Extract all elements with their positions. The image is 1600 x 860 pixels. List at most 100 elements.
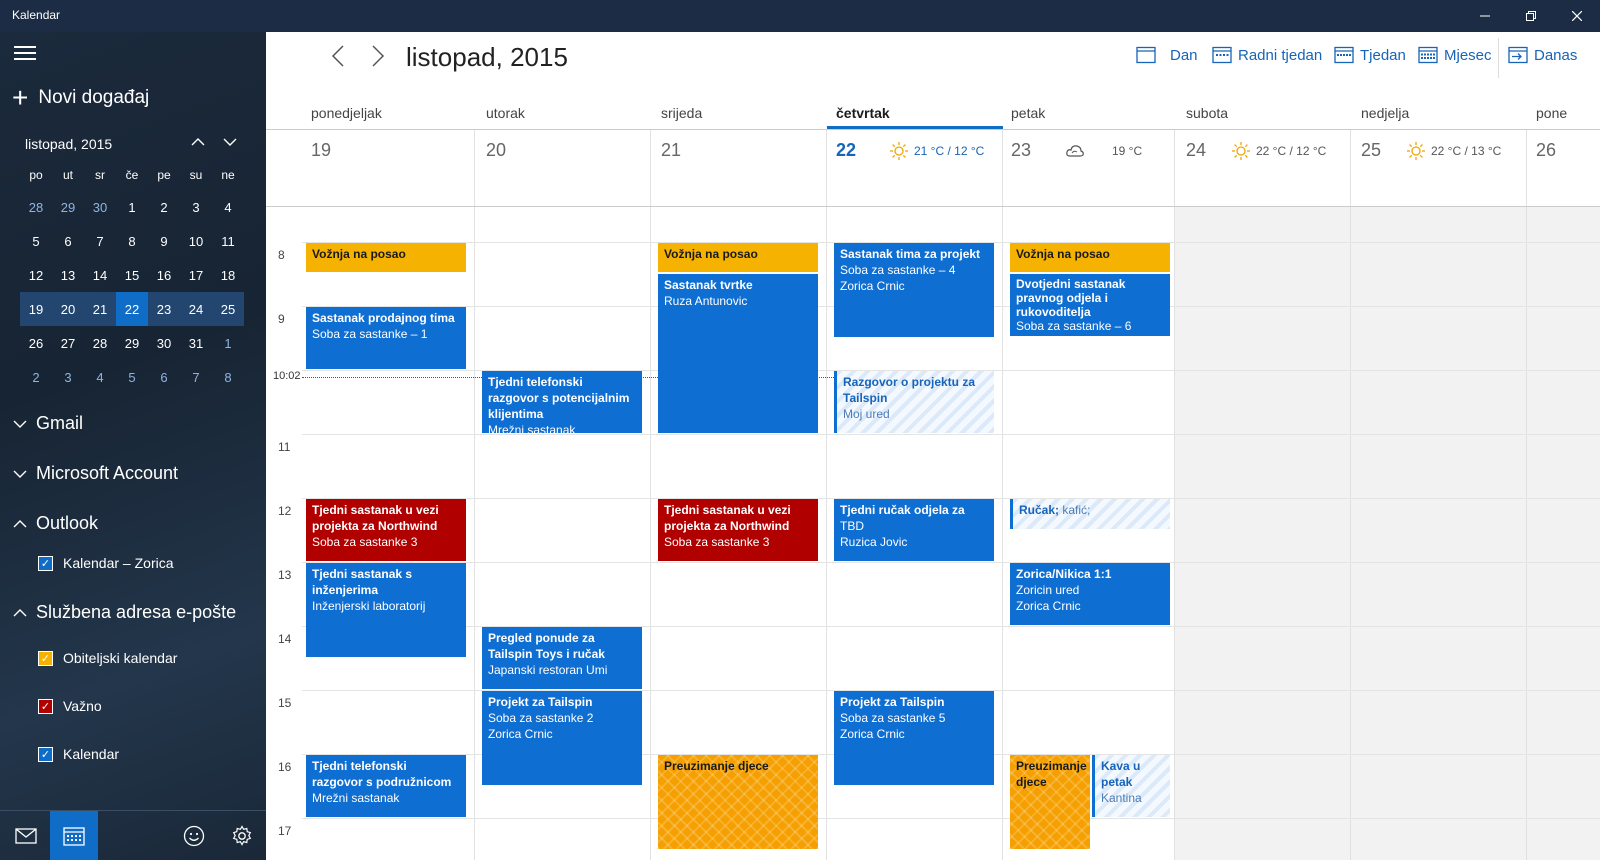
- event[interactable]: Pregled ponude za Tailspin Toys i ručak …: [482, 627, 642, 689]
- event[interactable]: Vožnja na posao: [658, 243, 818, 272]
- day-number[interactable]: 21: [661, 140, 681, 161]
- day-number[interactable]: 23: [1011, 140, 1031, 161]
- account-gmail[interactable]: Gmail: [12, 413, 83, 434]
- mini-day[interactable]: 19: [20, 292, 52, 326]
- mini-day[interactable]: 23: [148, 292, 180, 326]
- event[interactable]: Tjedni ručak odjela za TBD Ruzica Jovic: [834, 499, 994, 561]
- calendar-toggle-zorica[interactable]: ✓ Kalendar – Zorica: [38, 555, 174, 571]
- account-microsoft[interactable]: Microsoft Account: [12, 463, 178, 484]
- checkbox-checked-icon[interactable]: ✓: [38, 555, 53, 571]
- mini-next-month-button[interactable]: [218, 130, 242, 154]
- mini-day[interactable]: 14: [84, 258, 116, 292]
- calendar-toggle-calendar[interactable]: ✓ Kalendar: [38, 746, 119, 762]
- mini-day[interactable]: 20: [52, 292, 84, 326]
- event-tentative[interactable]: Ručak; kafić;: [1010, 499, 1170, 529]
- event[interactable]: Projekt za Tailspin Soba za sastanke 5 Z…: [834, 691, 994, 785]
- mini-day[interactable]: 12: [20, 258, 52, 292]
- mini-day[interactable]: 4: [84, 360, 116, 394]
- mini-day[interactable]: 26: [20, 326, 52, 360]
- view-week-button[interactable]: Tjedan: [1334, 46, 1406, 64]
- mini-day[interactable]: 29: [116, 326, 148, 360]
- mini-day[interactable]: 17: [180, 258, 212, 292]
- mini-day[interactable]: 31: [180, 326, 212, 360]
- event-tentative[interactable]: Razgovor o projektu za Tailspin Moj ured: [834, 371, 994, 433]
- mini-day[interactable]: 15: [116, 258, 148, 292]
- next-week-button[interactable]: [366, 44, 390, 75]
- event[interactable]: Vožnja na posao: [306, 243, 466, 272]
- event[interactable]: Sastanak prodajnog tima Soba za sastanke…: [306, 307, 466, 369]
- mini-day[interactable]: 3: [52, 360, 84, 394]
- event[interactable]: Tjedni telefonski razgovor s podružnicom…: [306, 755, 466, 817]
- close-button[interactable]: [1554, 0, 1600, 32]
- mini-day[interactable]: 10: [180, 224, 212, 258]
- checkbox-checked-icon[interactable]: ✓: [38, 698, 53, 714]
- feedback-button[interactable]: [170, 811, 218, 860]
- mini-day[interactable]: 2: [20, 360, 52, 394]
- day-number[interactable]: 25: [1361, 140, 1381, 161]
- mini-day[interactable]: 8: [116, 224, 148, 258]
- event[interactable]: Sastanak tvrtke Ruza Antunovic: [658, 274, 818, 433]
- event[interactable]: Tjedni sastanak u vezi projekta za North…: [306, 499, 466, 561]
- mini-day[interactable]: 6: [52, 224, 84, 258]
- mini-prev-month-button[interactable]: [186, 130, 210, 154]
- account-work-email[interactable]: Službena adresa e-pošte: [12, 602, 236, 623]
- mini-day[interactable]: 3: [180, 190, 212, 224]
- account-outlook[interactable]: Outlook: [12, 513, 98, 534]
- mini-day-today[interactable]: 22: [116, 292, 148, 326]
- settings-button[interactable]: [218, 811, 266, 860]
- mini-day[interactable]: 18: [212, 258, 244, 292]
- today-button[interactable]: Danas: [1508, 46, 1577, 64]
- mini-day[interactable]: 25: [212, 292, 244, 326]
- mini-day[interactable]: 8: [212, 360, 244, 394]
- mini-day[interactable]: 27: [52, 326, 84, 360]
- mail-button[interactable]: [2, 811, 50, 860]
- checkbox-checked-icon[interactable]: ✓: [38, 746, 53, 762]
- mini-day[interactable]: 7: [180, 360, 212, 394]
- checkbox-checked-icon[interactable]: ✓: [38, 650, 53, 666]
- mini-day[interactable]: 21: [84, 292, 116, 326]
- mini-day[interactable]: 5: [20, 224, 52, 258]
- mini-day[interactable]: 11: [212, 224, 244, 258]
- view-day-button[interactable]: Dan: [1136, 46, 1198, 64]
- mini-day[interactable]: 16: [148, 258, 180, 292]
- calendar-button[interactable]: [50, 811, 98, 860]
- mini-day[interactable]: 28: [20, 190, 52, 224]
- event[interactable]: Tjedni telefonski razgovor s potencijaln…: [482, 371, 642, 433]
- day-number[interactable]: 24: [1186, 140, 1206, 161]
- view-month-button[interactable]: Mjesec: [1418, 46, 1492, 64]
- mini-day[interactable]: 7: [84, 224, 116, 258]
- mini-day[interactable]: 30: [84, 190, 116, 224]
- event[interactable]: Zorica/Nikica 1:1 Zoricin ured Zorica Cr…: [1010, 563, 1170, 625]
- day-number[interactable]: 19: [311, 140, 331, 161]
- prev-week-button[interactable]: [326, 44, 350, 75]
- mini-day[interactable]: 1: [212, 326, 244, 360]
- mini-day[interactable]: 24: [180, 292, 212, 326]
- day-number-today[interactable]: 22: [836, 140, 856, 161]
- event[interactable]: Tjedni sastanak s inženjerima Inženjersk…: [306, 563, 466, 657]
- event[interactable]: Tjedni sastanak u vezi projekta za North…: [658, 499, 818, 561]
- event[interactable]: Preuzimanje djece: [1010, 755, 1090, 849]
- event-tentative[interactable]: Kava u petak Kantina: [1092, 755, 1170, 817]
- calendar-toggle-family[interactable]: ✓ Obiteljski kalendar: [38, 650, 177, 666]
- mini-day[interactable]: 5: [116, 360, 148, 394]
- event[interactable]: Sastanak tima za projekt Soba za sastank…: [834, 243, 994, 337]
- hamburger-menu-icon[interactable]: [14, 46, 36, 62]
- restore-button[interactable]: [1508, 0, 1554, 32]
- mini-day[interactable]: 2: [148, 190, 180, 224]
- day-number[interactable]: 20: [486, 140, 506, 161]
- event[interactable]: Vožnja na posao: [1010, 243, 1170, 272]
- mini-day[interactable]: 6: [148, 360, 180, 394]
- mini-day[interactable]: 13: [52, 258, 84, 292]
- new-event-button[interactable]: + Novi događaj: [12, 82, 149, 114]
- mini-day[interactable]: 4: [212, 190, 244, 224]
- view-work-week-button[interactable]: Radni tjedan: [1212, 46, 1322, 64]
- calendar-toggle-important[interactable]: ✓ Važno: [38, 698, 102, 714]
- mini-day[interactable]: 29: [52, 190, 84, 224]
- event[interactable]: Preuzimanje djece: [658, 755, 818, 849]
- mini-day[interactable]: 30: [148, 326, 180, 360]
- mini-day[interactable]: 1: [116, 190, 148, 224]
- event[interactable]: Dvotjedni sastanak pravnog odjela i ruko…: [1010, 274, 1170, 336]
- day-number[interactable]: 26: [1536, 140, 1556, 161]
- mini-day[interactable]: 9: [148, 224, 180, 258]
- mini-day[interactable]: 28: [84, 326, 116, 360]
